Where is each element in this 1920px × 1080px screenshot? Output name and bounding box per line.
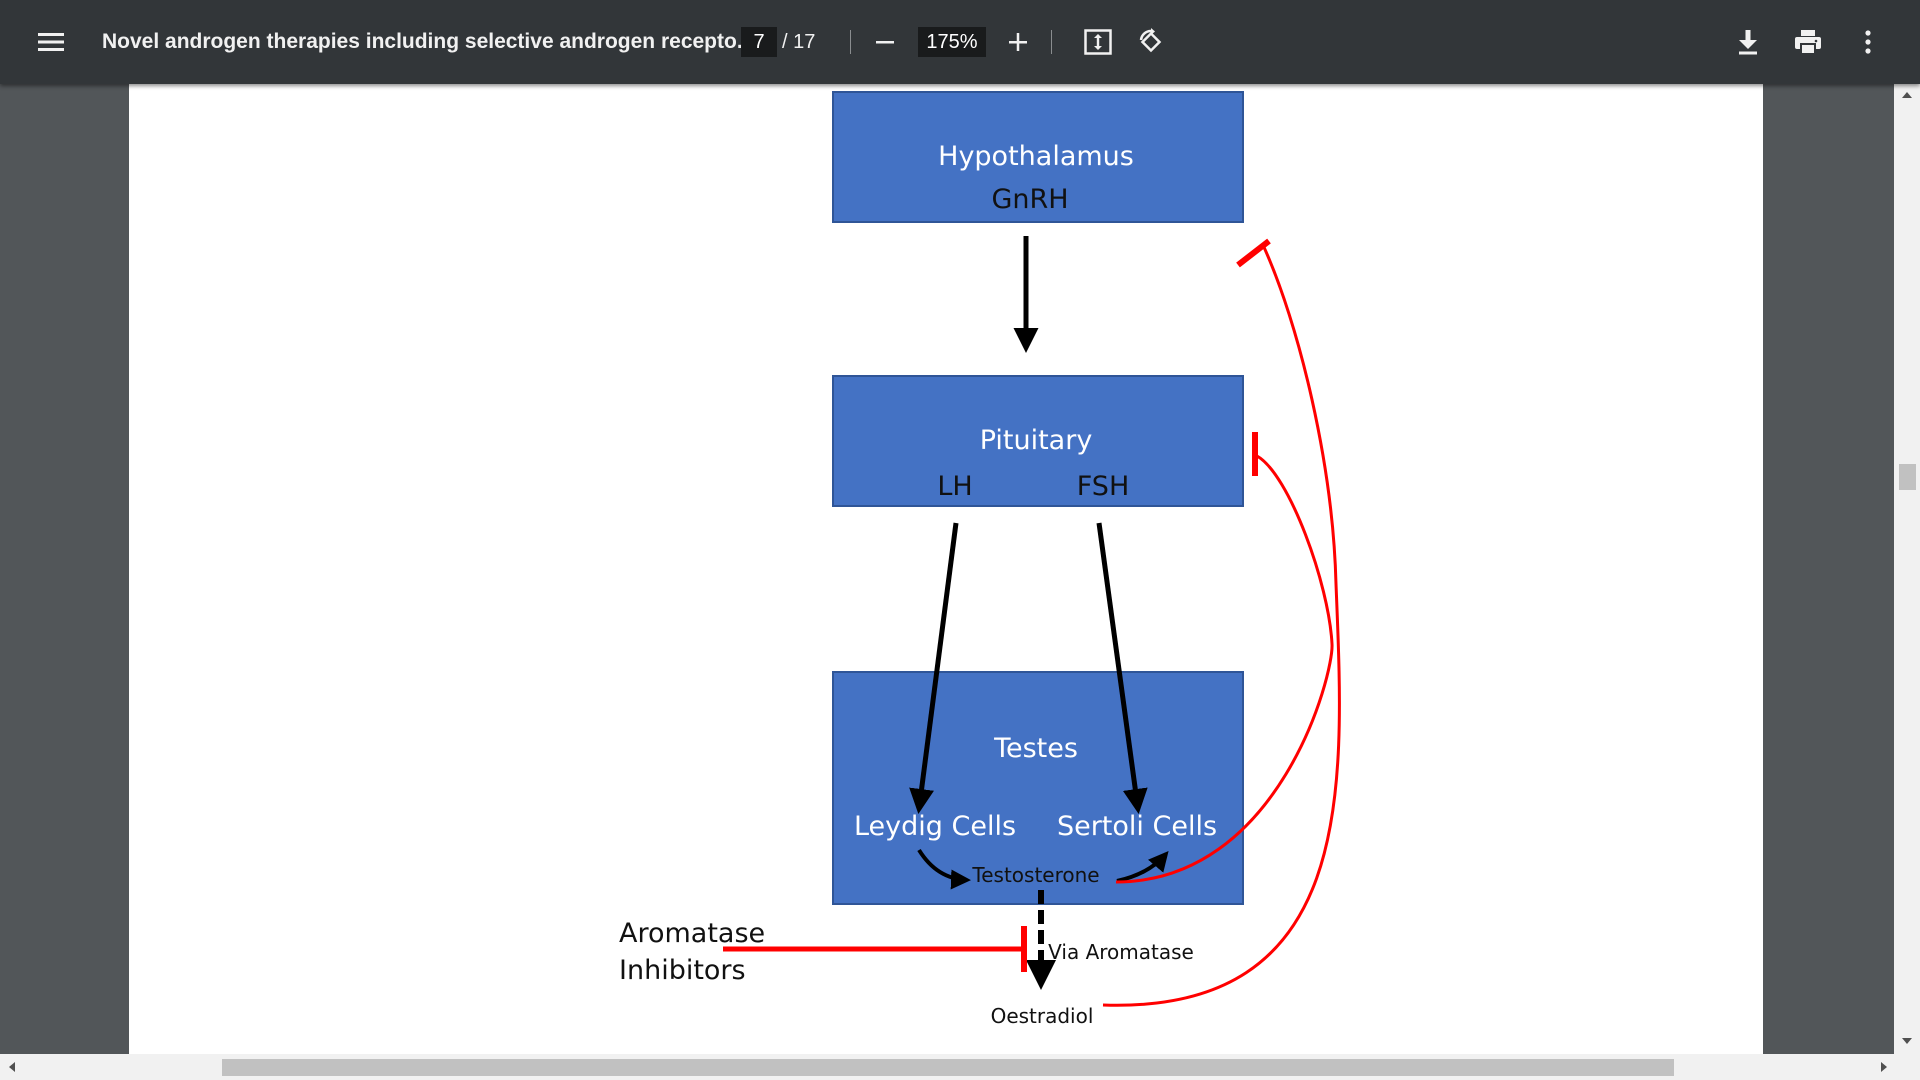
oestradiol-feedback-to-hypothalamus <box>1102 244 1341 1007</box>
horizontal-scroll-thumb[interactable] <box>222 1059 1674 1076</box>
toolbar-divider <box>850 30 851 54</box>
vertical-scrollbar[interactable] <box>1894 84 1920 1054</box>
download-icon <box>1739 30 1757 55</box>
page-number-input[interactable]: 7 <box>741 27 777 57</box>
page-total: / 17 <box>782 31 816 53</box>
toolbar-divider <box>1051 30 1052 54</box>
pdf-page: Hypothalamus GnRH Pituitary LH FSH Teste… <box>129 84 1763 1054</box>
hypothalamus-inhibition-bar <box>1236 238 1271 268</box>
testosterone-feedback-to-pituitary <box>1115 454 1334 884</box>
rotate-icon <box>1139 28 1162 53</box>
zoom-out-icon <box>876 41 894 44</box>
document-title: Novel androgen therapies including selec… <box>102 30 755 53</box>
zoom-level-input[interactable]: 175% <box>918 27 986 57</box>
print-icon <box>1795 30 1821 55</box>
download-button[interactable] <box>1726 20 1770 64</box>
menu-icon <box>38 33 64 51</box>
pdf-toolbar: Novel androgen therapies including selec… <box>0 0 1920 84</box>
leydig-to-testosterone-arrow <box>917 848 971 890</box>
vertical-scroll-thumb[interactable] <box>1899 464 1916 490</box>
diagram-arrows <box>723 236 1341 1007</box>
zoom-out-button[interactable] <box>863 20 907 64</box>
scroll-down-icon[interactable] <box>1902 1038 1912 1044</box>
fit-page-button[interactable] <box>1076 20 1120 64</box>
scroll-up-icon[interactable] <box>1902 92 1912 98</box>
rotate-button[interactable] <box>1129 20 1173 64</box>
lh-arrow <box>909 522 959 814</box>
menu-button[interactable] <box>29 20 73 64</box>
fit-page-icon <box>1084 29 1112 55</box>
fsh-arrow <box>1096 522 1148 814</box>
scroll-left-icon[interactable] <box>9 1062 15 1072</box>
more-vert-icon <box>1865 30 1871 54</box>
zoom-in-button[interactable] <box>996 20 1040 64</box>
zoom-in-icon <box>1009 33 1027 51</box>
more-options-button[interactable] <box>1846 20 1890 64</box>
print-button[interactable] <box>1786 20 1830 64</box>
scroll-right-icon[interactable] <box>1881 1062 1887 1072</box>
